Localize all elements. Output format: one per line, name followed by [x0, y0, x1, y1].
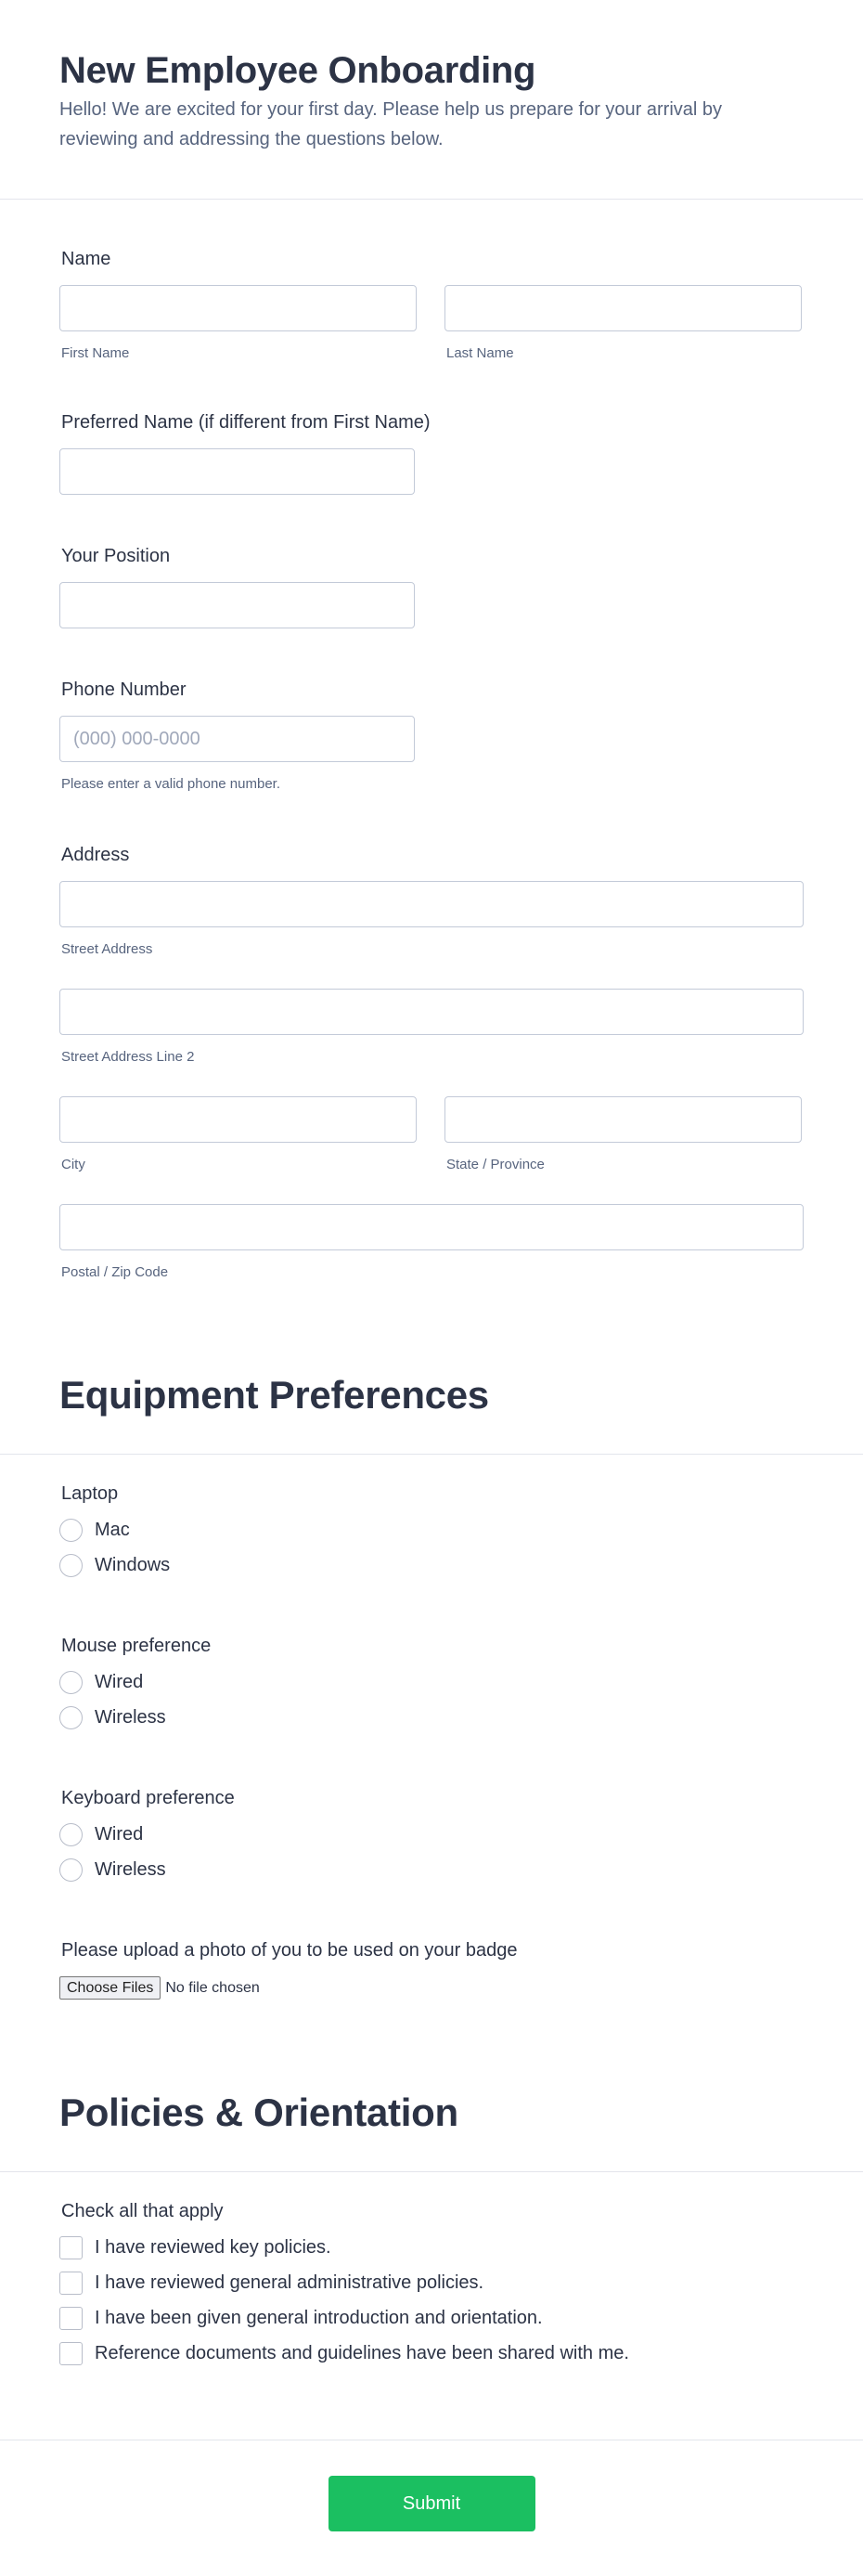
checkbox-icon[interactable] [59, 2306, 83, 2330]
laptop-field: Laptop Mac Windows [0, 1481, 863, 1583]
form-subtitle: Hello! We are excited for your first day… [59, 99, 723, 149]
phone-hint: Please enter a valid phone number. [61, 776, 280, 792]
photo-upload-label: Please upload a photo of you to be used … [61, 1940, 518, 1961]
phone-label: Phone Number [61, 680, 187, 700]
last-name-sublabel: Last Name [446, 345, 514, 361]
mouse-option-wired[interactable]: Wired [59, 1664, 804, 1700]
first-name-sublabel: First Name [61, 345, 130, 361]
policies-section-header: Policies & Orientation [0, 2035, 863, 2172]
laptop-label: Laptop [61, 1483, 119, 1504]
name-label: Name [61, 249, 111, 269]
preferred-name-field: Preferred Name (if different from First … [0, 409, 863, 495]
policy-option-reference-docs[interactable]: Reference documents and guidelines have … [59, 2336, 804, 2371]
state-input[interactable] [444, 1096, 802, 1143]
policies-label: Check all that apply [61, 2201, 224, 2221]
laptop-option-mac[interactable]: Mac [59, 1512, 804, 1547]
policy-option-key-policies[interactable]: I have reviewed key policies. [59, 2230, 804, 2265]
last-name-input[interactable] [444, 285, 802, 331]
zip-code-sublabel: Postal / Zip Code [61, 1264, 169, 1280]
policy-option-admin-policies[interactable]: I have reviewed general administrative p… [59, 2265, 804, 2300]
street-address-sublabel: Street Address [61, 941, 153, 957]
photo-upload-field: Please upload a photo of you to be used … [0, 1937, 863, 2000]
radio-icon[interactable] [59, 1705, 83, 1729]
position-input[interactable] [59, 582, 415, 628]
radio-icon[interactable] [59, 1822, 83, 1846]
first-name-input[interactable] [59, 285, 417, 331]
form-footer: Submit [0, 2440, 863, 2576]
mouse-label: Mouse preference [61, 1636, 212, 1656]
street-address-line2-sublabel: Street Address Line 2 [61, 1049, 195, 1065]
phone-field: Phone Number Please enter a valid phone … [0, 677, 863, 794]
preferred-name-label: Preferred Name (if different from First … [61, 412, 431, 433]
checkbox-icon[interactable] [59, 2235, 83, 2259]
radio-icon[interactable] [59, 1553, 83, 1577]
policies-heading: Policies & Orientation [59, 2090, 458, 2134]
file-upload: Choose Files No file chosen [59, 1976, 804, 2000]
address-field: Address Street Address Street Address Li… [0, 842, 863, 1282]
equipment-heading: Equipment Preferences [59, 1372, 489, 1417]
checkbox-icon[interactable] [59, 2341, 83, 2365]
laptop-option-windows[interactable]: Windows [59, 1547, 804, 1583]
phone-input[interactable] [59, 716, 415, 762]
mouse-field: Mouse preference Wired Wireless [0, 1633, 863, 1735]
keyboard-label: Keyboard preference [61, 1788, 235, 1808]
radio-icon[interactable] [59, 1858, 83, 1882]
city-input[interactable] [59, 1096, 417, 1143]
form-title: New Employee Onboarding [59, 50, 536, 91]
file-status: No file chosen [165, 1979, 260, 1996]
keyboard-option-wireless[interactable]: Wireless [59, 1852, 804, 1887]
keyboard-option-wired[interactable]: Wired [59, 1817, 804, 1852]
checkbox-icon[interactable] [59, 2271, 83, 2295]
street-address-line2-input[interactable] [59, 989, 804, 1035]
submit-button[interactable]: Submit [328, 2476, 535, 2531]
radio-icon[interactable] [59, 1670, 83, 1694]
equipment-section-header: Equipment Preferences [0, 1317, 863, 1455]
policies-field: Check all that apply I have reviewed key… [0, 2198, 863, 2371]
state-sublabel: State / Province [446, 1157, 545, 1172]
street-address-input[interactable] [59, 881, 804, 927]
name-field: Name First Name Last Name [0, 246, 863, 363]
mouse-option-wireless[interactable]: Wireless [59, 1700, 804, 1735]
choose-files-button[interactable]: Choose Files [59, 1976, 161, 2000]
preferred-name-input[interactable] [59, 448, 415, 495]
city-sublabel: City [61, 1157, 85, 1172]
position-label: Your Position [61, 546, 171, 566]
radio-icon[interactable] [59, 1518, 83, 1542]
address-label: Address [61, 845, 130, 865]
zip-code-input[interactable] [59, 1204, 804, 1250]
keyboard-field: Keyboard preference Wired Wireless [0, 1785, 863, 1887]
position-field: Your Position [0, 543, 863, 628]
form-header: New Employee Onboarding Hello! We are ex… [0, 0, 863, 200]
policy-option-orientation[interactable]: I have been given general introduction a… [59, 2300, 804, 2336]
